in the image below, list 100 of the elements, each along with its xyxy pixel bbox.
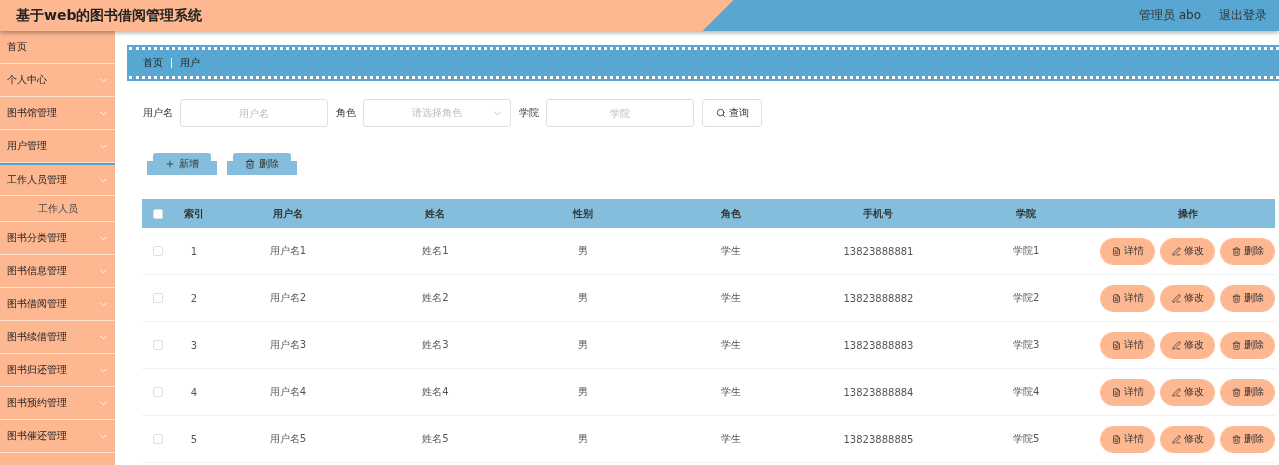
detail-button[interactable]: 详情 bbox=[1101, 426, 1154, 452]
delete-button[interactable]: 删除 bbox=[1221, 379, 1274, 405]
table-cell-text: 1 bbox=[189, 245, 199, 257]
table-cell-text: 姓名5 bbox=[421, 432, 450, 446]
edit-button[interactable]: 修改 bbox=[1161, 379, 1214, 405]
sidebar-item[interactable]: 图书预约管理 bbox=[0, 387, 115, 420]
trash-icon bbox=[1231, 293, 1241, 303]
table-cell-text: 4 bbox=[189, 386, 199, 398]
user-label: 管理员 abo bbox=[1138, 7, 1201, 24]
sidebar-item[interactable]: 首页 bbox=[0, 31, 115, 64]
sidebar-item[interactable]: 工作人员管理 bbox=[0, 163, 115, 196]
table-cell-text: 学生 bbox=[719, 244, 742, 258]
delete-button[interactable]: 删除 bbox=[1221, 238, 1274, 264]
table-cell-text: 学院2 bbox=[1011, 291, 1041, 305]
sidebar-subitem[interactable]: 工作人员 bbox=[0, 196, 115, 222]
table-cell-text: 学院1 bbox=[1011, 244, 1041, 258]
logout-link[interactable]: 退出登录 bbox=[1219, 7, 1267, 24]
table-cell-text: 男 bbox=[577, 385, 590, 399]
document-icon bbox=[1111, 246, 1121, 256]
table-cell-text: 学院3 bbox=[1011, 338, 1041, 352]
column-header: 索引 bbox=[183, 206, 205, 221]
table-cell-text: 男 bbox=[577, 338, 590, 352]
delete-button[interactable]: 删除 bbox=[1221, 332, 1274, 358]
table-cell-text: 学院5 bbox=[1011, 432, 1041, 446]
checkbox[interactable] bbox=[153, 293, 163, 303]
table-cell-text: 男 bbox=[577, 244, 590, 258]
pen-icon bbox=[1171, 387, 1181, 397]
delete-button[interactable]: 删除 bbox=[1221, 426, 1274, 452]
detail-button[interactable]: 详情 bbox=[1101, 379, 1154, 405]
table-cell-text: 13823888884 bbox=[842, 386, 915, 398]
table-cell-text: 13823888885 bbox=[842, 433, 915, 445]
document-icon bbox=[1111, 387, 1121, 397]
checkbox[interactable] bbox=[153, 340, 163, 350]
checkbox[interactable] bbox=[153, 246, 163, 256]
app-title: 基于web的图书借阅管理系统 bbox=[16, 6, 203, 25]
table-cell-text: 姓名3 bbox=[421, 338, 450, 352]
table-cell-text: 学生 bbox=[719, 291, 742, 305]
table-cell-text: 姓名4 bbox=[421, 385, 450, 399]
search-button[interactable]: 查询 bbox=[702, 99, 762, 127]
column-header: 性别 bbox=[571, 206, 595, 221]
table-cell-text: 男 bbox=[577, 291, 590, 305]
table-cell-text: 用户名5 bbox=[268, 432, 307, 446]
trash-icon bbox=[1231, 246, 1241, 256]
table-cell-text: 13823888883 bbox=[842, 339, 915, 351]
edit-button[interactable]: 修改 bbox=[1161, 285, 1214, 311]
pen-icon bbox=[1171, 293, 1181, 303]
table-cell-text: 用户名4 bbox=[268, 385, 307, 399]
delete-button[interactable]: 删除 bbox=[1221, 285, 1274, 311]
table-cell-text: 姓名2 bbox=[421, 291, 450, 305]
checkbox[interactable] bbox=[153, 208, 163, 219]
sidebar-item[interactable]: 图书馆管理 bbox=[0, 97, 115, 130]
field-label: 角色 bbox=[336, 106, 356, 120]
detail-button[interactable]: 详情 bbox=[1101, 285, 1154, 311]
checkbox[interactable] bbox=[153, 434, 163, 444]
table-cell-text: 13823888882 bbox=[842, 292, 915, 304]
sidebar-item[interactable]: 图书续借管理 bbox=[0, 321, 115, 354]
table-cell-text: 男 bbox=[577, 432, 590, 446]
document-icon bbox=[1111, 340, 1121, 350]
document-icon bbox=[1111, 293, 1121, 303]
table-cell-text: 学生 bbox=[719, 338, 742, 352]
breadcrumb-item[interactable]: 首页 bbox=[143, 56, 163, 70]
table-cell-text: 2 bbox=[189, 292, 199, 304]
table-cell-text: 用户名1 bbox=[268, 244, 307, 258]
column-header: 用户名 bbox=[271, 206, 304, 221]
edit-button[interactable]: 修改 bbox=[1161, 332, 1214, 358]
field-label: 用户名 bbox=[143, 106, 173, 120]
column-header: 姓名 bbox=[424, 206, 447, 221]
trash-icon bbox=[1231, 387, 1241, 397]
table-cell-text: 姓名1 bbox=[421, 244, 450, 258]
sidebar-item[interactable]: 图书借阅管理 bbox=[0, 288, 115, 321]
sidebar-item[interactable]: 图书归还管理 bbox=[0, 354, 115, 387]
column-header: 操作 bbox=[1176, 206, 1199, 221]
detail-button[interactable]: 详情 bbox=[1101, 332, 1154, 358]
table-cell-text: 13823888881 bbox=[842, 245, 915, 257]
column-header: 角色 bbox=[719, 206, 742, 221]
sidebar-item[interactable]: 个人中心 bbox=[0, 64, 115, 97]
trash-icon bbox=[1231, 340, 1241, 350]
table-cell-text: 学生 bbox=[719, 432, 742, 446]
detail-button[interactable]: 详情 bbox=[1101, 238, 1154, 264]
table-cell-text: 学院4 bbox=[1011, 385, 1041, 399]
document-icon bbox=[1111, 434, 1121, 444]
breadcrumb-item[interactable]: 用户 bbox=[180, 56, 200, 70]
sidebar-item[interactable]: 图书分类管理 bbox=[0, 222, 115, 255]
field-label: 学院 bbox=[519, 106, 539, 120]
pen-icon bbox=[1171, 340, 1181, 350]
trash-icon bbox=[245, 159, 255, 169]
table-cell-text: 3 bbox=[189, 339, 199, 351]
sidebar-item[interactable]: 用户管理 bbox=[0, 130, 115, 163]
checkbox[interactable] bbox=[153, 387, 163, 397]
edit-button[interactable]: 修改 bbox=[1161, 238, 1214, 264]
sidebar-item[interactable]: 图书催还管理 bbox=[0, 420, 115, 453]
plus-icon bbox=[165, 159, 175, 169]
edit-button[interactable]: 修改 bbox=[1161, 426, 1214, 452]
table-cell-text: 用户名2 bbox=[268, 291, 307, 305]
table-cell-text: 学生 bbox=[719, 385, 742, 399]
pen-icon bbox=[1171, 434, 1181, 444]
column-header: 学院 bbox=[1015, 206, 1038, 221]
table-cell-text: 5 bbox=[189, 433, 199, 445]
sidebar-item[interactable]: 图书信息管理 bbox=[0, 255, 115, 288]
input-field[interactable]: 用户名 bbox=[180, 99, 328, 127]
